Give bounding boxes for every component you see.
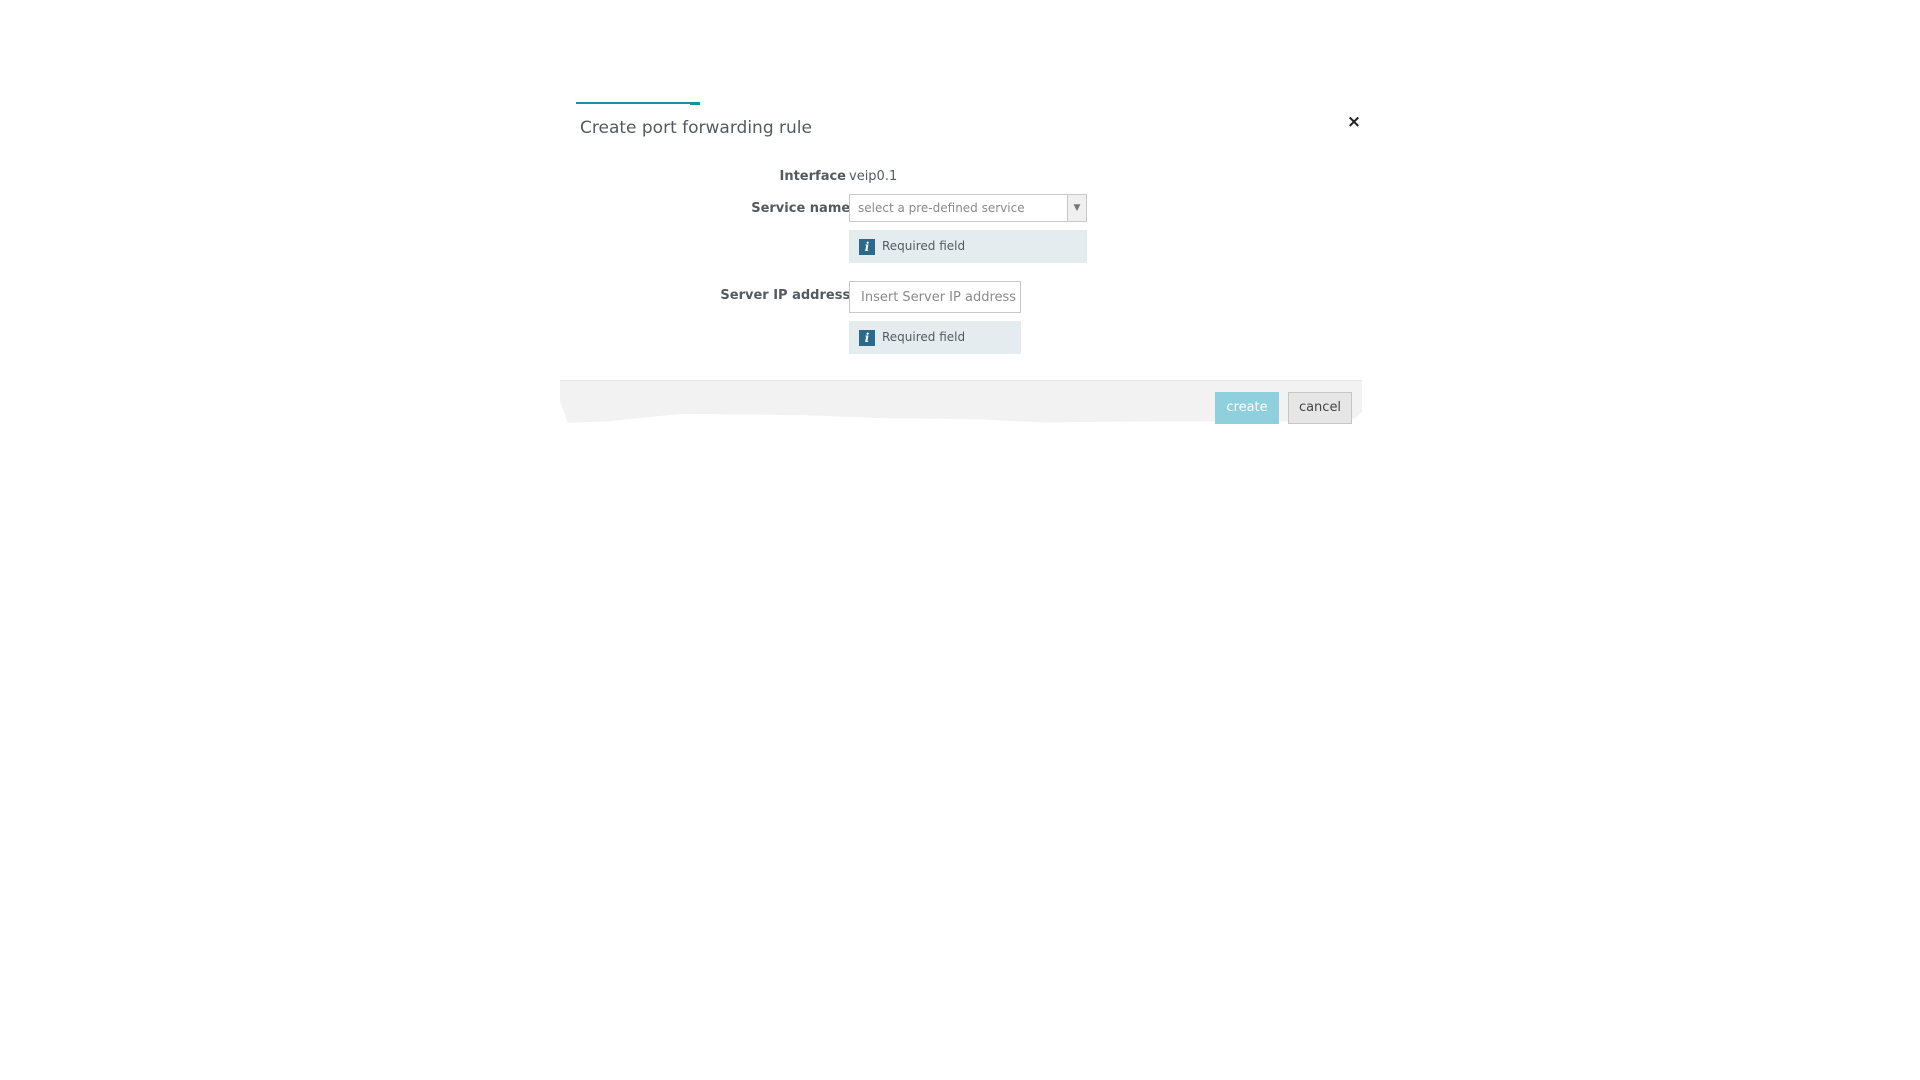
server-ip-required-hint: i Required field — [849, 321, 1021, 354]
create-button[interactable]: create — [1215, 392, 1279, 424]
service-name-placeholder: select a pre-defined service — [858, 201, 1025, 215]
info-icon: i — [859, 239, 875, 255]
cancel-button[interactable]: cancel — [1288, 392, 1352, 424]
server-ip-label-text: Server IP address — [720, 288, 851, 303]
close-icon[interactable]: × — [1344, 112, 1364, 132]
server-ip-label: Server IP address* — [720, 288, 862, 303]
dialog-title: Create port forwarding rule — [580, 118, 812, 138]
info-icon: i — [859, 330, 875, 346]
service-name-hint-text: Required field — [882, 239, 966, 253]
service-name-label-text: Service name — [751, 201, 851, 216]
title-accent-bar — [576, 102, 700, 105]
service-name-required-hint: i Required field — [849, 230, 1087, 263]
chevron-down-icon[interactable]: ▼ — [1067, 195, 1086, 221]
interface-value: veip0.1 — [849, 169, 898, 184]
service-name-select[interactable]: select a pre-defined service ▼ — [849, 194, 1087, 222]
interface-label: Interface — [779, 169, 847, 184]
server-ip-hint-text: Required field — [882, 330, 966, 344]
port-forwarding-dialog: Create port forwarding rule × Interface … — [560, 100, 1372, 436]
service-name-label: Service name* — [751, 201, 862, 216]
server-ip-input[interactable] — [849, 281, 1021, 313]
